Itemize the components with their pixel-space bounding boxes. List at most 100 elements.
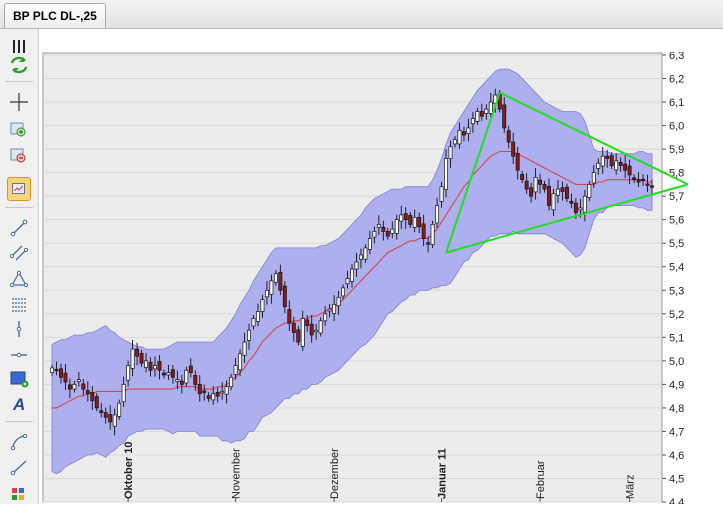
candle-body [645, 183, 650, 186]
zoom-in-tool-button[interactable] [7, 117, 31, 141]
candle-body [161, 372, 166, 376]
candle-body [345, 278, 350, 285]
candle-body [363, 247, 368, 260]
candle-body [453, 139, 457, 145]
tab-chart[interactable]: BP PLC DL-,25 [4, 3, 106, 28]
fibonacci-tool-button[interactable] [7, 292, 31, 316]
horizontal-line-icon [11, 352, 27, 358]
candle-body [623, 163, 628, 171]
y-tick-label: 5,7 [669, 191, 684, 203]
y-tick-label: 4,4 [669, 497, 684, 504]
candle-body [359, 254, 363, 260]
candle-body [264, 289, 269, 298]
candle-body [76, 379, 81, 382]
candle-body [511, 141, 516, 157]
candle-body [381, 226, 386, 232]
candle-body [533, 176, 538, 193]
y-tick-label: 4,8 [669, 403, 684, 415]
arc-tool-icon [10, 433, 28, 451]
candle-body [148, 361, 153, 371]
candle-body [108, 414, 113, 423]
triangle-tool-tool-button[interactable] [7, 267, 31, 291]
chart-settings-icon [12, 183, 25, 195]
candle-body [121, 384, 126, 403]
candle-body [144, 360, 148, 368]
candle-body [605, 155, 610, 159]
candle-body [408, 215, 413, 225]
y-tick-label: 5,5 [669, 238, 684, 250]
x-tick-label: Dezember [329, 448, 341, 499]
candle-body [439, 186, 444, 202]
candle-body [94, 396, 99, 409]
channel-tool-icon [9, 245, 29, 261]
candle-body [54, 368, 59, 372]
candle-body [587, 184, 592, 198]
price-chart[interactable]: 6,36,26,16,05,95,85,75,65,55,45,35,25,15… [42, 50, 723, 509]
vertical-line-tool-button[interactable] [7, 317, 31, 341]
candle-body [99, 410, 104, 413]
candle-body [309, 323, 314, 336]
line-tool-tool-button[interactable] [7, 216, 31, 240]
candle-body [229, 376, 234, 388]
chart-settings-tool-button[interactable] [7, 177, 31, 201]
crosshair-tool-button[interactable] [7, 90, 31, 114]
y-tick-label: 6,0 [669, 121, 684, 133]
candle-body [632, 177, 637, 181]
triangle-tool-icon [9, 270, 29, 288]
candle-body [59, 368, 63, 378]
channel-tool-tool-button[interactable] [7, 241, 31, 265]
candle-body [157, 360, 162, 371]
ray-tool-tool-button[interactable] [7, 455, 31, 479]
candle-body [435, 205, 440, 224]
y-tick-label: 4,7 [669, 426, 684, 438]
x-tick-label: Oktober 10 [123, 442, 135, 499]
candle-body [376, 224, 381, 228]
ray-tool-icon [10, 460, 27, 476]
zoom-out-tool-button[interactable] [7, 143, 31, 167]
candle-body [242, 341, 247, 356]
horizontal-line-tool-button[interactable] [7, 343, 31, 367]
y-tick-label: 4,6 [669, 450, 684, 462]
y-tick-label: 5,9 [669, 144, 684, 156]
candle-body [542, 184, 547, 190]
candle-body [457, 129, 462, 145]
y-tick-label: 5,6 [669, 215, 684, 227]
palette-tool-button[interactable] [7, 483, 31, 507]
candle-body [269, 280, 274, 295]
candle-body [193, 375, 198, 385]
candle-body [609, 155, 614, 166]
rectangle-tool-tool-button[interactable] [7, 367, 31, 391]
refresh-tool-button[interactable] [7, 53, 31, 77]
y-tick-label: 6,1 [669, 97, 684, 109]
candle-body [506, 130, 511, 143]
candle-body [524, 180, 529, 190]
candle-body [430, 224, 435, 245]
chart-area[interactable]: 6,3 6,2 6,1 6,0 5,9 5,8 5,7 5,6 5,5 5,4 5,3 5,2 5,1 5… [42, 50, 723, 509]
candle-body [251, 318, 256, 327]
y-tick-label: 5,4 [669, 262, 684, 274]
x-tick-label: Januar 11 [437, 448, 449, 499]
candle-body [215, 392, 220, 397]
candle-body [305, 319, 310, 326]
y-tick-label: 5,2 [669, 309, 684, 321]
candle-body [81, 383, 86, 390]
candle-body [63, 372, 68, 383]
candle-body [135, 348, 140, 357]
arc-tool-tool-button[interactable] [7, 429, 31, 453]
candle-body [551, 193, 556, 211]
toolbar-separator [5, 81, 33, 82]
candle-body [390, 228, 395, 234]
candle-body [448, 146, 453, 159]
candle-body [318, 320, 323, 334]
candle-body [170, 369, 175, 378]
candle-body [327, 308, 332, 312]
candle-body [211, 393, 216, 401]
text-tool-tool-button[interactable]: A [7, 391, 31, 415]
candle-body [50, 367, 54, 373]
candle-body [470, 118, 475, 125]
y-tick-label: 6,2 [669, 74, 684, 86]
candle-body [627, 165, 632, 176]
candle-body [85, 390, 90, 395]
fibonacci-icon [12, 298, 26, 312]
candle-body [314, 329, 319, 333]
